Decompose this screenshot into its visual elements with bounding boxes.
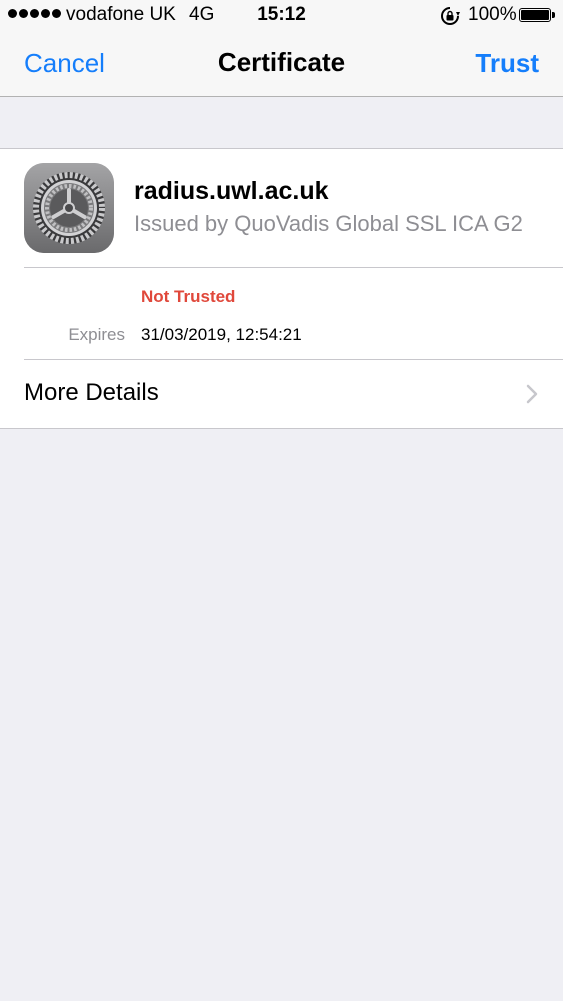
rotation-lock-icon <box>441 7 460 25</box>
divider <box>24 267 563 268</box>
trust-button[interactable]: Trust <box>475 48 539 79</box>
battery-percentage: 100% <box>468 4 517 25</box>
expires-label: Expires <box>68 325 125 344</box>
battery-icon <box>519 8 555 22</box>
navigation-bar: Cancel Certificate Trust <box>0 32 563 97</box>
expires-value: 31/03/2019, 12:54:21 <box>141 325 302 344</box>
status-bar: vodafone UK 4G 15:12 100% <box>0 0 563 32</box>
certificate-name: radius.uwl.ac.uk <box>134 177 329 205</box>
certificate-issuer: Issued by QuoVadis Global SSL ICA G2 <box>134 211 523 236</box>
chevron-right-icon <box>526 384 538 404</box>
settings-gear-icon <box>24 163 114 253</box>
more-details-label: More Details <box>24 379 159 406</box>
certificate-card: radius.uwl.ac.uk Issued by QuoVadis Glob… <box>0 148 563 429</box>
more-details-row[interactable]: More Details <box>0 360 563 427</box>
trust-status: Not Trusted <box>141 287 236 306</box>
